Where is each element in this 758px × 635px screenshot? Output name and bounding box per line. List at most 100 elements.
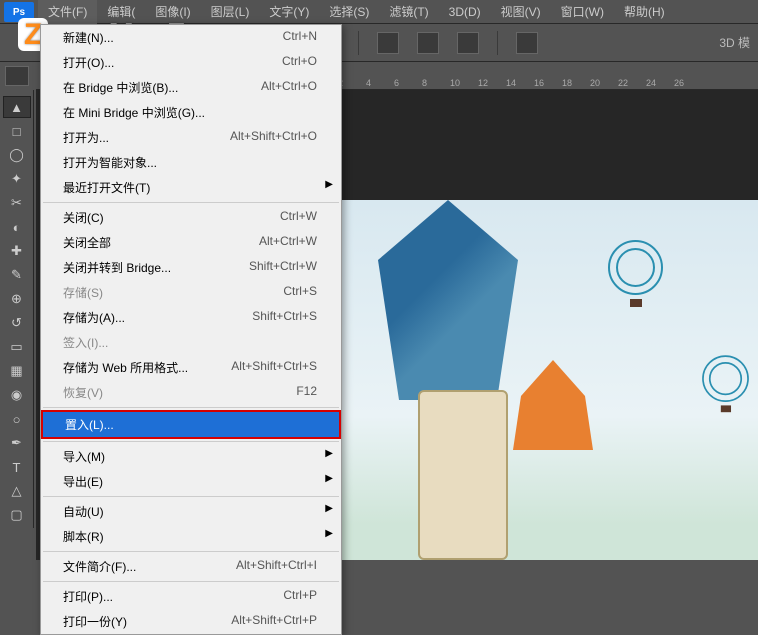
menu-3d[interactable]: 3D(D) xyxy=(439,1,491,23)
menu-separator xyxy=(43,551,339,552)
ruler-mark: 20 xyxy=(590,78,600,88)
tool-type[interactable]: T xyxy=(3,456,31,478)
menu-item-P[interactable]: 打印(P)...Ctrl+P xyxy=(41,584,341,609)
tools-panel: ▲□◯✦✂◐✚✎⊕↺▭▦◉○✒T△▢ xyxy=(0,90,34,528)
tool-lasso[interactable]: ◯ xyxy=(3,144,31,166)
menubar: 文件(F) 编辑( 图像(I) 图层(L) 文字(Y) 选择(S) 滤镜(T) … xyxy=(0,0,758,24)
mini-button[interactable] xyxy=(5,66,29,86)
castle-1 xyxy=(378,200,518,400)
ruler-mark: 14 xyxy=(506,78,516,88)
tool-dodge[interactable]: ○ xyxy=(3,408,31,430)
file-menu-dropdown: 新建(N)...Ctrl+N打开(O)...Ctrl+O在 Bridge 中浏览… xyxy=(40,24,342,635)
ruler-mark: 18 xyxy=(562,78,572,88)
tool-gradient[interactable]: ▦ xyxy=(3,360,31,382)
menu-item-label: 在 Bridge 中浏览(B)... xyxy=(63,79,178,96)
menu-item-shortcut: Ctrl+S xyxy=(283,284,317,301)
menu-select[interactable]: 选择(S) xyxy=(319,0,379,24)
menu-file[interactable]: 文件(F) xyxy=(38,0,97,24)
tool-path[interactable]: △ xyxy=(3,480,31,502)
menu-item-shortcut: Alt+Ctrl+W xyxy=(259,234,317,251)
menu-item-shortcut: Alt+Shift+Ctrl+S xyxy=(231,359,317,376)
menu-item-shortcut: Alt+Shift+Ctrl+I xyxy=(236,558,317,575)
tool-history[interactable]: ↺ xyxy=(3,312,31,334)
menu-item-E[interactable]: 导出(E)▶ xyxy=(41,469,341,494)
menu-type[interactable]: 文字(Y) xyxy=(259,0,319,24)
ruler-mark: 12 xyxy=(478,78,488,88)
menu-item-U[interactable]: 自动(U)▶ xyxy=(41,499,341,524)
menu-item-R[interactable]: 脚本(R)▶ xyxy=(41,524,341,549)
menu-item-I: 签入(I)... xyxy=(41,330,341,355)
menu-edit[interactable]: 编辑( xyxy=(97,0,145,24)
menu-item-label: 在 Mini Bridge 中浏览(G)... xyxy=(63,104,205,121)
opt-icon-11[interactable] xyxy=(516,32,538,54)
tool-brush[interactable]: ✎ xyxy=(3,264,31,286)
menu-item-label: 新建(N)... xyxy=(63,29,114,46)
menu-item-label: 关闭并转到 Bridge... xyxy=(63,259,171,276)
ruler-mark: 6 xyxy=(394,78,399,88)
tool-wand[interactable]: ✦ xyxy=(3,168,31,190)
tool-crop[interactable]: ✂ xyxy=(3,192,31,214)
menu-item-label: 存储为(A)... xyxy=(63,309,125,326)
tool-eraser[interactable]: ▭ xyxy=(3,336,31,358)
castle-roof xyxy=(513,360,593,450)
ruler-mark: 4 xyxy=(366,78,371,88)
menu-item-BridgeB[interactable]: 在 Bridge 中浏览(B)...Alt+Ctrl+O xyxy=(41,75,341,100)
menu-view[interactable]: 视图(V) xyxy=(491,0,551,24)
tool-pen[interactable]: ✒ xyxy=(3,432,31,454)
tool-heal[interactable]: ✚ xyxy=(3,240,31,262)
menu-item-M[interactable]: 导入(M)▶ xyxy=(41,444,341,469)
menu-item-O[interactable]: 打开(O)...Ctrl+O xyxy=(41,50,341,75)
menu-item-[interactable]: 打开为智能对象... xyxy=(41,150,341,175)
menu-item-label: 关闭全部 xyxy=(63,234,111,251)
menu-item-T[interactable]: 最近打开文件(T)▶ xyxy=(41,175,341,200)
menu-item-shortcut: Ctrl+O xyxy=(282,54,317,71)
opt-sep xyxy=(497,31,498,55)
menu-item-C[interactable]: 关闭(C)Ctrl+W xyxy=(41,205,341,230)
menu-item-[interactable]: 关闭全部 Alt+Ctrl+W xyxy=(41,230,341,255)
menu-item-Bridge[interactable]: 关闭并转到 Bridge... Shift+Ctrl+W xyxy=(41,255,341,280)
ruler-mark: 26 xyxy=(674,78,684,88)
menu-item-label: 脚本(R) xyxy=(63,528,104,545)
menu-item-shortcut: Shift+Ctrl+W xyxy=(249,259,317,276)
menu-item-label: 打开为智能对象... xyxy=(63,154,157,171)
tool-rectangle[interactable]: ▢ xyxy=(3,504,31,526)
menu-item-MiniBridgeG[interactable]: 在 Mini Bridge 中浏览(G)... xyxy=(41,100,341,125)
mini-toolbar xyxy=(0,62,34,90)
menu-item-L[interactable]: 置入(L)... xyxy=(41,410,341,439)
balloon-1 xyxy=(608,240,663,310)
document-canvas[interactable] xyxy=(338,200,758,560)
menu-item-label: 签入(I)... xyxy=(63,334,108,351)
opt-icon-9[interactable] xyxy=(417,32,439,54)
menu-item-Y[interactable]: 打印一份(Y)Alt+Shift+Ctrl+P xyxy=(41,609,341,634)
menu-item-label: 打印一份(Y) xyxy=(63,613,127,630)
menu-item-N[interactable]: 新建(N)...Ctrl+N xyxy=(41,25,341,50)
menu-image[interactable]: 图像(I) xyxy=(145,0,200,24)
tool-move[interactable]: ▲ xyxy=(3,96,31,118)
tool-marquee[interactable]: □ xyxy=(3,120,31,142)
tool-blur[interactable]: ◉ xyxy=(3,384,31,406)
menu-item-label: 存储为 Web 所用格式... xyxy=(63,359,188,376)
menu-separator xyxy=(43,441,339,442)
menu-item-Web[interactable]: 存储为 Web 所用格式... Alt+Shift+Ctrl+S xyxy=(41,355,341,380)
options-right-label: 3D 模 xyxy=(719,34,758,51)
menu-layer[interactable]: 图层(L) xyxy=(201,0,260,24)
castle-body xyxy=(418,390,508,560)
menu-item-label: 置入(L)... xyxy=(65,416,114,433)
tool-eyedropper[interactable]: ◐ xyxy=(3,216,31,238)
menu-item-shortcut: Shift+Ctrl+S xyxy=(252,309,317,326)
tool-stamp[interactable]: ⊕ xyxy=(3,288,31,310)
ruler-mark: 10 xyxy=(450,78,460,88)
menu-help[interactable]: 帮助(H) xyxy=(614,0,675,24)
opt-icon-8[interactable] xyxy=(377,32,399,54)
menu-item-label: 文件简介(F)... xyxy=(63,558,136,575)
menu-filter[interactable]: 滤镜(T) xyxy=(379,0,438,24)
menu-item-F[interactable]: 文件简介(F)... Alt+Shift+Ctrl+I xyxy=(41,554,341,579)
submenu-arrow-icon: ▶ xyxy=(325,179,333,190)
menu-item-[interactable]: 打开为...Alt+Shift+Ctrl+O xyxy=(41,125,341,150)
menu-item-A[interactable]: 存储为(A)... Shift+Ctrl+S xyxy=(41,305,341,330)
opt-icon-10[interactable] xyxy=(457,32,479,54)
menu-item-V: 恢复(V)F12 xyxy=(41,380,341,405)
menu-item-label: 导出(E) xyxy=(63,473,103,490)
menu-window[interactable]: 窗口(W) xyxy=(551,0,614,24)
ruler-mark: 8 xyxy=(422,78,427,88)
